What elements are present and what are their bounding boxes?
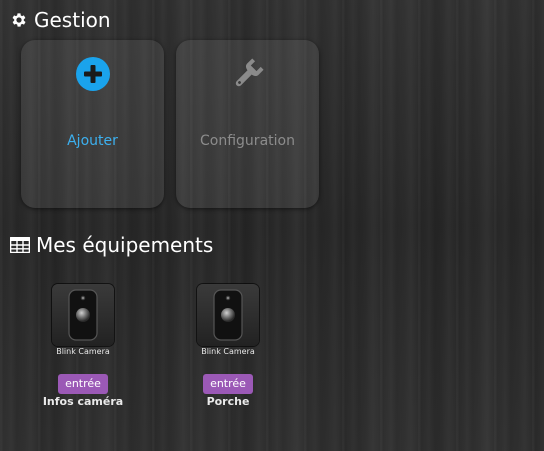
thumbnail-label: Blink Camera (201, 347, 255, 356)
configuration-card[interactable]: Configuration (176, 40, 319, 208)
object-badge: entrée (203, 374, 253, 394)
thumbnail-label: Blink Camera (56, 347, 110, 356)
configuration-label: Configuration (200, 133, 295, 149)
equipment-name: Infos caméra (42, 395, 124, 408)
gestion-title-text: Gestion (34, 8, 111, 32)
camera-icon (52, 284, 114, 346)
gear-icon (10, 11, 28, 29)
equipements-section-title: Mes équipements (10, 233, 213, 257)
add-label: Ajouter (67, 133, 118, 149)
object-badge: entrée (58, 374, 108, 394)
wrench-icon (230, 56, 266, 96)
plus-circle-icon (75, 56, 111, 96)
add-equipment-card[interactable]: Ajouter (21, 40, 164, 208)
equipment-item[interactable]: Blink Camera entrée Infos caméra (31, 284, 135, 408)
equipment-item[interactable]: Blink Camera entrée Porche (176, 284, 280, 408)
equipements-title-text: Mes équipements (36, 233, 214, 257)
equipment-name: Porche (206, 395, 250, 408)
table-icon (10, 237, 30, 253)
camera-icon (197, 284, 259, 346)
gestion-section-title: Gestion (10, 8, 111, 32)
